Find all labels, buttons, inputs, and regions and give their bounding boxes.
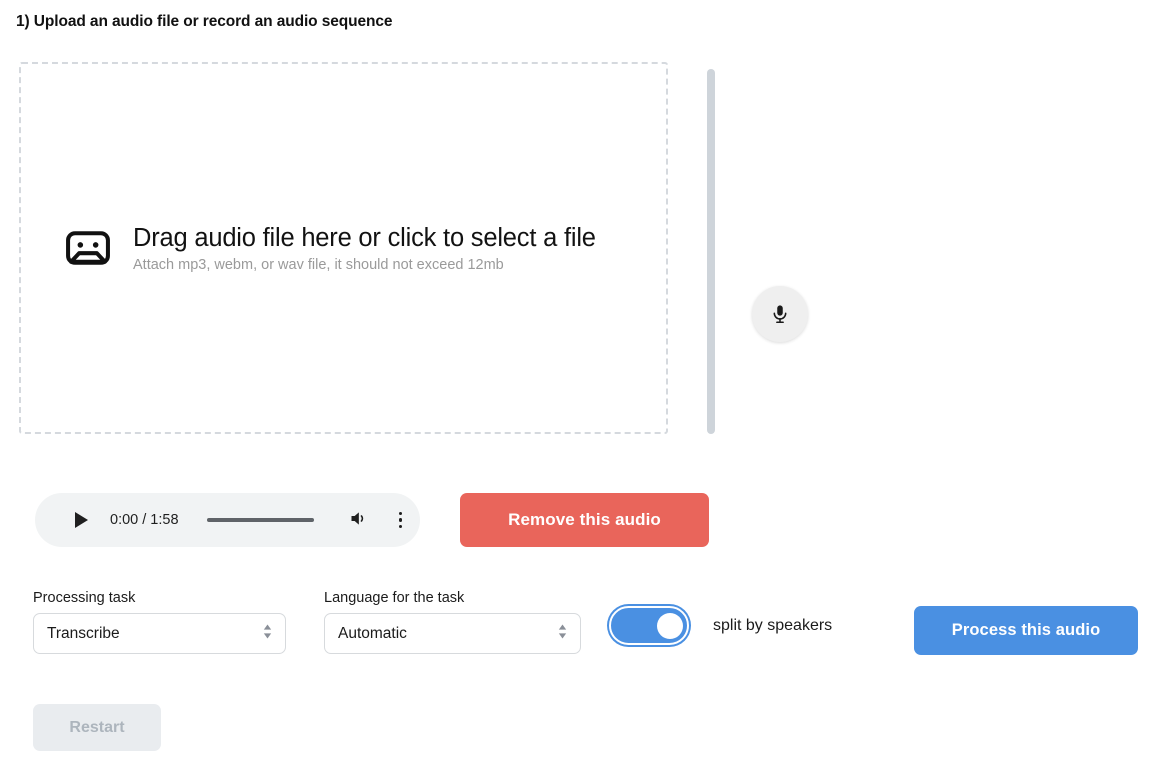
dropzone-title: Drag audio file here or click to select … (133, 223, 596, 252)
restart-button[interactable]: Restart (33, 704, 161, 751)
language-select-wrap: Automatic (324, 613, 581, 654)
options-section: Processing task Transcribe Language for … (0, 590, 1170, 655)
volume-icon (348, 508, 369, 532)
cassette-tape-icon (65, 225, 111, 271)
more-vertical-icon-dot2 (398, 518, 403, 522)
dropzone-text-group: Drag audio file here or click to select … (133, 223, 596, 273)
split-by-speakers-toggle[interactable] (609, 606, 689, 645)
upload-section: Drag audio file here or click to select … (0, 62, 1170, 442)
language-select[interactable]: Automatic (324, 613, 581, 654)
more-vertical-icon (398, 511, 403, 516)
dropzone-content: Drag audio file here or click to select … (21, 223, 596, 273)
play-icon (75, 512, 88, 528)
remove-audio-button[interactable]: Remove this audio (460, 493, 709, 547)
record-audio-button[interactable] (752, 286, 808, 342)
toggle-knob (657, 612, 683, 639)
progress-slider[interactable] (206, 518, 314, 522)
language-field: Language for the task Automatic (324, 590, 581, 654)
playback-time: 0:00 / 1:58 (110, 512, 179, 528)
language-label: Language for the task (324, 590, 465, 606)
processing-task-select[interactable]: Transcribe (33, 613, 286, 654)
microphone-icon (769, 303, 791, 325)
processing-task-field: Processing task Transcribe (33, 590, 286, 654)
dropzone-subtitle: Attach mp3, webm, or wav file, it should… (133, 257, 504, 274)
playback-section: 0:00 / 1:58 Remove this audio (0, 493, 1170, 553)
processing-task-label: Processing task (33, 590, 136, 606)
split-by-speakers-label: split by speakers (713, 616, 833, 634)
audio-dropzone[interactable]: Drag audio file here or click to select … (19, 62, 668, 434)
more-vertical-icon-dot3 (398, 524, 403, 529)
processing-task-select-wrap: Transcribe (33, 613, 286, 654)
more-options-button[interactable] (398, 509, 403, 531)
volume-button[interactable] (348, 508, 369, 532)
page-title: 1) Upload an audio file or record an aud… (16, 13, 393, 30)
audio-player: 0:00 / 1:58 (35, 493, 420, 547)
play-button[interactable] (75, 510, 88, 530)
process-audio-button[interactable]: Process this audio (914, 606, 1138, 655)
split-by-speakers-group: split by speakers (609, 606, 832, 645)
vertical-scrollbar[interactable] (707, 69, 715, 434)
